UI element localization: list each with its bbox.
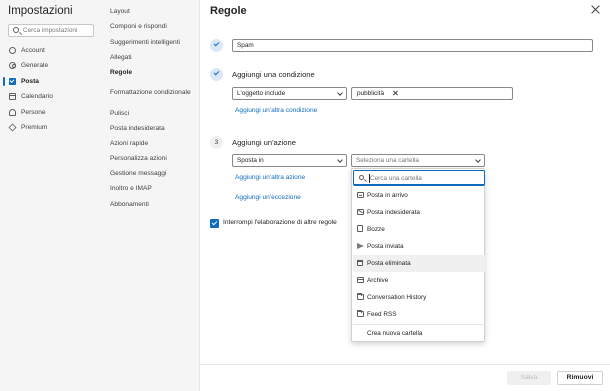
page-title: Regole bbox=[210, 5, 247, 17]
folder-select-dropdown[interactable]: Seleziona una cartella bbox=[351, 154, 485, 167]
nav-item-general[interactable]: Generale bbox=[9, 59, 48, 71]
step-number: 3 bbox=[210, 136, 223, 149]
subnav-item-attachments[interactable]: Allegati bbox=[110, 54, 132, 61]
folder-option-label: Posta inviata bbox=[367, 243, 404, 250]
condition-heading: Aggiungi una condizione bbox=[232, 70, 315, 79]
subnav-item-subscriptions[interactable]: Abbonamenti bbox=[110, 201, 149, 208]
nav-item-premium[interactable]: Premium bbox=[8, 121, 48, 133]
calendar-icon bbox=[9, 92, 16, 100]
settings-search-input[interactable]: Cerca impostazioni bbox=[8, 24, 94, 37]
subnav-item-suggestions[interactable]: Suggerimenti intelligenti bbox=[110, 39, 180, 46]
mail-settings-subnav: Layout Componi e rispondi Suggerimenti i… bbox=[103, 0, 200, 391]
settings-sidebar: Impostazioni Cerca impostazioni Account … bbox=[0, 0, 103, 391]
save-button[interactable]: Salva bbox=[507, 371, 551, 385]
archive-icon bbox=[357, 277, 364, 283]
condition-type-dropdown[interactable]: L'oggetto include bbox=[232, 87, 347, 100]
add-exception-link[interactable]: Aggiungi un'eccezione bbox=[235, 194, 301, 201]
settings-title: Impostazioni bbox=[8, 5, 73, 17]
folder-select-placeholder: Seleziona una cartella bbox=[356, 157, 419, 164]
stop-processing-checkbox[interactable] bbox=[210, 219, 219, 228]
nav-item-label: Calendario bbox=[21, 92, 53, 100]
footer-divider bbox=[200, 364, 610, 365]
nav-item-label: Account bbox=[21, 46, 45, 54]
subnav-item-conditional-formatting[interactable]: Formattazione condizionale bbox=[110, 89, 191, 96]
rule-name-input[interactable]: Spam bbox=[232, 39, 593, 52]
draft-icon bbox=[357, 225, 363, 232]
search-icon bbox=[359, 175, 364, 180]
subnav-item-message-handling[interactable]: Gestione messaggi bbox=[110, 170, 166, 177]
action-heading: Aggiungi un'azione bbox=[232, 138, 296, 147]
chevron-down-icon bbox=[337, 90, 343, 96]
folder-option-label: Posta eliminata bbox=[367, 260, 411, 267]
settings-search-placeholder: Cerca impostazioni bbox=[23, 27, 78, 34]
folder-icon bbox=[357, 310, 364, 317]
trash-icon bbox=[357, 260, 363, 266]
mail-icon bbox=[9, 77, 16, 85]
folder-option-label: Bozze bbox=[367, 226, 385, 233]
subnav-item-customize-actions[interactable]: Personalizza azioni bbox=[110, 155, 167, 162]
chevron-down-icon bbox=[337, 157, 343, 163]
nav-item-calendar[interactable]: Calendario bbox=[9, 90, 53, 102]
condition-value-input[interactable]: pubblicità bbox=[351, 87, 513, 100]
remove-tag-icon[interactable] bbox=[392, 89, 399, 98]
subnav-item-quick-actions[interactable]: Azioni rapide bbox=[110, 140, 148, 147]
nav-item-label: Posta bbox=[21, 77, 39, 85]
search-icon bbox=[13, 27, 19, 33]
discard-button[interactable]: Rimuovi bbox=[557, 371, 603, 385]
folder-option-label: Posta indesiderata bbox=[367, 209, 420, 216]
subnav-item-compose[interactable]: Componi e rispondi bbox=[110, 23, 167, 30]
folder-option-label: Conversation History bbox=[367, 294, 427, 301]
send-icon bbox=[357, 243, 364, 249]
chevron-down-icon bbox=[475, 157, 481, 163]
folder-option-inbox[interactable]: Posta in arrivo bbox=[353, 187, 485, 204]
rules-panel: Regole Spam Aggiungi una condizione L'og… bbox=[200, 0, 610, 391]
folder-picker-popup: Cerca una cartella Posta in arrivo Posta… bbox=[351, 168, 485, 342]
add-action-link[interactable]: Aggiungi un'altra azione bbox=[235, 174, 305, 181]
create-folder-option[interactable]: Crea nuova cartella bbox=[353, 325, 485, 342]
nav-item-label: Premium bbox=[21, 123, 48, 131]
step-complete-icon bbox=[210, 39, 223, 52]
nav-item-account[interactable]: Account bbox=[9, 44, 45, 56]
junk-icon bbox=[357, 209, 364, 215]
diamond-icon bbox=[8, 123, 17, 131]
create-folder-label: Crea nuova cartella bbox=[367, 330, 423, 337]
active-indicator bbox=[3, 77, 5, 86]
step-complete-icon bbox=[210, 68, 223, 81]
folder-option-deleted[interactable]: Posta eliminata bbox=[353, 255, 485, 272]
subnav-item-junk[interactable]: Posta indesiderata bbox=[110, 125, 165, 132]
folder-option-archive[interactable]: Archive bbox=[353, 272, 485, 289]
stop-processing-label: Interrompi l'elaborazione di altre regol… bbox=[223, 219, 337, 226]
account-icon bbox=[9, 46, 16, 54]
inbox-icon bbox=[357, 192, 364, 198]
folder-icon bbox=[357, 293, 364, 300]
folder-search-input[interactable]: Cerca una cartella bbox=[353, 170, 485, 186]
action-type-dropdown[interactable]: Sposta in bbox=[232, 154, 347, 167]
nav-item-label: Generale bbox=[21, 61, 49, 69]
folder-option-junk[interactable]: Posta indesiderata bbox=[353, 204, 485, 221]
subnav-item-rules[interactable]: Regole bbox=[110, 69, 132, 76]
gear-icon bbox=[9, 61, 16, 69]
folder-option-conversation-history[interactable]: Conversation History bbox=[353, 289, 485, 306]
folder-option-label: Feed RSS bbox=[367, 311, 397, 318]
subnav-item-forwarding[interactable]: Inoltro e IMAP bbox=[110, 185, 152, 192]
folder-option-label: Archive bbox=[367, 277, 389, 284]
nav-item-people[interactable]: Persone bbox=[9, 106, 46, 118]
condition-type-value: L'oggetto include bbox=[237, 90, 286, 97]
nav-item-mail[interactable]: Posta bbox=[9, 75, 39, 87]
add-condition-link[interactable]: Aggiungi un'altra condizione bbox=[235, 107, 317, 114]
subnav-item-sweep[interactable]: Pulisci bbox=[110, 110, 129, 117]
people-icon bbox=[9, 108, 16, 116]
folder-option-sent[interactable]: Posta inviata bbox=[353, 238, 485, 255]
folder-search-placeholder: Cerca una cartella bbox=[370, 175, 422, 182]
folder-option-label: Posta in arrivo bbox=[367, 192, 408, 199]
subnav-item-layout[interactable]: Layout bbox=[110, 8, 130, 15]
condition-tag: pubblicità bbox=[355, 89, 387, 98]
action-type-value: Sposta in bbox=[237, 157, 264, 164]
nav-item-label: Persone bbox=[21, 108, 46, 116]
folder-option-rss[interactable]: Feed RSS bbox=[353, 306, 485, 323]
close-icon[interactable] bbox=[590, 4, 600, 14]
folder-option-drafts[interactable]: Bozze bbox=[353, 221, 485, 238]
